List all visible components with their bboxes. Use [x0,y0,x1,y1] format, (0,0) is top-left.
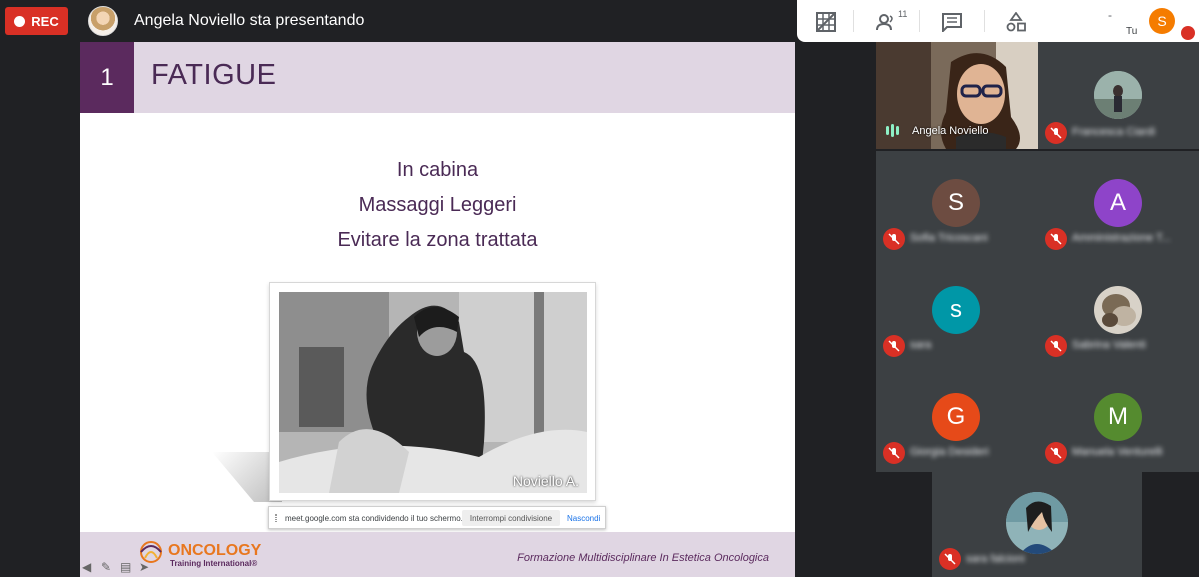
participant-name: Angela Noviello [912,125,989,137]
participant-avatar: S [932,179,980,227]
participant-tile[interactable]: Sabrina Valenti [1038,258,1199,365]
record-dot-icon [14,15,26,27]
mic-off-icon [883,442,905,464]
self-label: Tu [1126,26,1138,37]
slide-tools: ◀ ✎ ▤ ➤ [82,560,154,574]
mic-off-icon [883,228,905,250]
slide-line: In cabina [396,159,479,181]
mic-off-icon [939,548,961,570]
people-count: 11 [898,9,908,19]
participant-name: Amministrazione T... [1072,232,1171,244]
self-view-dash: - [1108,8,1112,22]
slide-number: 1 [80,42,134,113]
slide-footer-text: Formazione Multidisciplinare In Estetica… [517,552,769,564]
participant-tile[interactable]: A Amministrazione T... [1038,151,1199,258]
participant-tile-speaking[interactable]: Angela Noviello [876,42,1038,149]
chat-icon[interactable] [941,12,963,34]
slide-line: Evitare la zona trattata [337,229,538,251]
speaking-indicator-icon [886,124,899,137]
participant-name: Sofia Tricoscani [910,232,988,244]
presentation-top-bar: REC Angela Noviello sta presentando [0,0,797,42]
menu-icon[interactable]: ▤ [120,560,135,574]
participant-tile[interactable]: M Manuela Venturelli [1038,365,1199,472]
photo-caption: Noviello A. [512,473,579,489]
participant-name: Francesca Ciardi [1072,126,1156,138]
toolbar-divider [919,10,920,32]
self-avatar[interactable]: S [1149,8,1175,34]
back-arrow-icon[interactable]: ◀ [82,560,97,574]
mic-off-icon [1045,442,1067,464]
participant-tile[interactable]: Francesca Ciardi [1038,42,1199,149]
meeting-toolbar [797,0,1199,42]
stop-sharing-button[interactable]: Interrompi condivisione [462,510,560,526]
pointer-icon[interactable]: ➤ [139,560,154,574]
layout-grid-icon[interactable] [815,12,837,32]
toolbar-divider [984,10,985,32]
participant-avatar: M [1094,393,1142,441]
people-icon[interactable] [876,12,898,32]
logo-title: ONCOLOGY [168,542,262,559]
participant-name: Giorgia Desideri [910,446,989,458]
participant-tile[interactable]: G Giorgia Desideri [876,365,1038,472]
slide-photo: Noviello A. [279,292,587,493]
participant-avatar: G [932,393,980,441]
drag-handle-icon[interactable] [275,514,277,522]
mic-off-icon [1045,122,1067,144]
participant-photo-avatar [1094,286,1142,334]
pen-icon[interactable]: ✎ [101,560,116,574]
slide-footer: ONCOLOGY Training International® Formazi… [80,532,795,577]
toolbar-divider [853,10,854,32]
participant-avatar: s [932,286,980,334]
participant-name: sara [910,339,932,351]
slide-photo-frame: Noviello A. [269,282,596,501]
recording-label: REC [31,13,59,29]
hide-button[interactable]: Nascondi [567,514,600,523]
participant-tile[interactable]: S Sofia Tricoscani [876,151,1038,258]
logo-subtitle: Training International® [170,559,258,568]
slide-header: 1 FATIGUE [80,42,795,113]
mic-off-icon [1045,335,1067,357]
shared-slide: 1 FATIGUE In cabina Massaggi Leggeri Evi… [80,42,795,577]
slide-title: FATIGUE [151,59,277,91]
participant-name: Manuela Venturelli [1072,446,1163,458]
self-mic-off-icon [1181,26,1195,40]
presenter-status: Angela Noviello sta presentando [134,12,365,29]
share-status-text: meet.google.com sta condividendo il tuo … [285,514,463,523]
presenter-avatar [88,6,118,36]
participant-tile[interactable]: sara falcioni [932,472,1142,577]
mic-off-icon [883,335,905,357]
meet-window: REC Angela Noviello sta presentando 11 -… [0,0,1199,577]
participant-photo-avatar [1006,492,1068,554]
participant-name: Sabrina Valenti [1072,339,1146,351]
participant-avatar: A [1094,179,1142,227]
mic-off-icon [1045,228,1067,250]
screen-share-bar: meet.google.com sta condividendo il tuo … [268,506,606,529]
slide-line: Massaggi Leggeri [358,194,517,216]
participant-photo-avatar [1094,71,1142,119]
recording-badge[interactable]: REC [5,7,68,35]
activities-icon[interactable] [1005,11,1027,32]
participant-tile[interactable]: s sara [876,258,1038,365]
participant-name: sara falcioni [966,553,1025,565]
